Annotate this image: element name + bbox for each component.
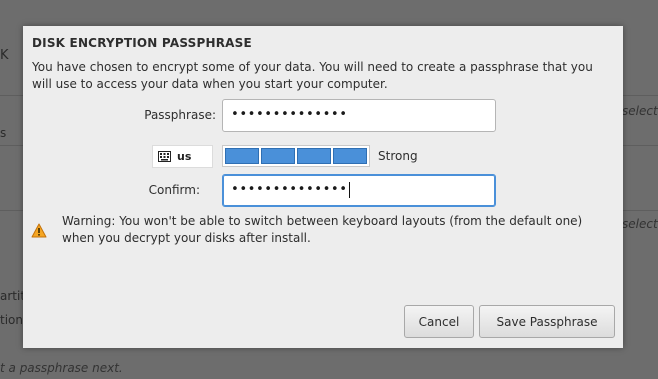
password-strength-bar [222,145,370,167]
confirm-input[interactable]: •••••••••••••• [222,174,496,207]
dialog-title: DISK ENCRYPTION PASSPHRASE [32,36,252,50]
keyboard-layout-indicator[interactable]: us [152,145,213,168]
password-strength-label: Strong [378,149,418,163]
bg-text-selected-1: selecte [622,104,658,118]
passphrase-value: •••••••••••••• [231,107,348,122]
save-passphrase-button[interactable]: Save Passphrase [479,305,615,338]
warning-icon [31,223,47,238]
confirm-value: •••••••••••••• [231,182,348,197]
keyboard-layout-label: us [177,150,192,163]
bg-text-selected-2: selecte [622,217,658,231]
strength-segment [261,148,295,164]
confirm-label: Confirm: [148,183,200,197]
bg-text-k: K [0,48,9,63]
keyboard-icon [158,151,171,162]
passphrase-label: Passphrase: [144,108,216,122]
disk-encryption-dialog: DISK ENCRYPTION PASSPHRASE You have chos… [23,26,623,348]
strength-segment [225,148,259,164]
bg-text-passphrase-next: t a passphrase next. [0,361,123,375]
passphrase-input[interactable]: •••••••••••••• [222,99,496,132]
strength-segment [297,148,331,164]
cancel-button[interactable]: Cancel [404,305,474,338]
layout-warning-text: Warning: You won't be able to switch bet… [62,214,583,245]
bg-text-s: s [0,126,7,140]
dialog-description: You have chosen to encrypt some of your … [32,60,593,91]
text-caret [348,181,350,198]
strength-segment [333,148,367,164]
